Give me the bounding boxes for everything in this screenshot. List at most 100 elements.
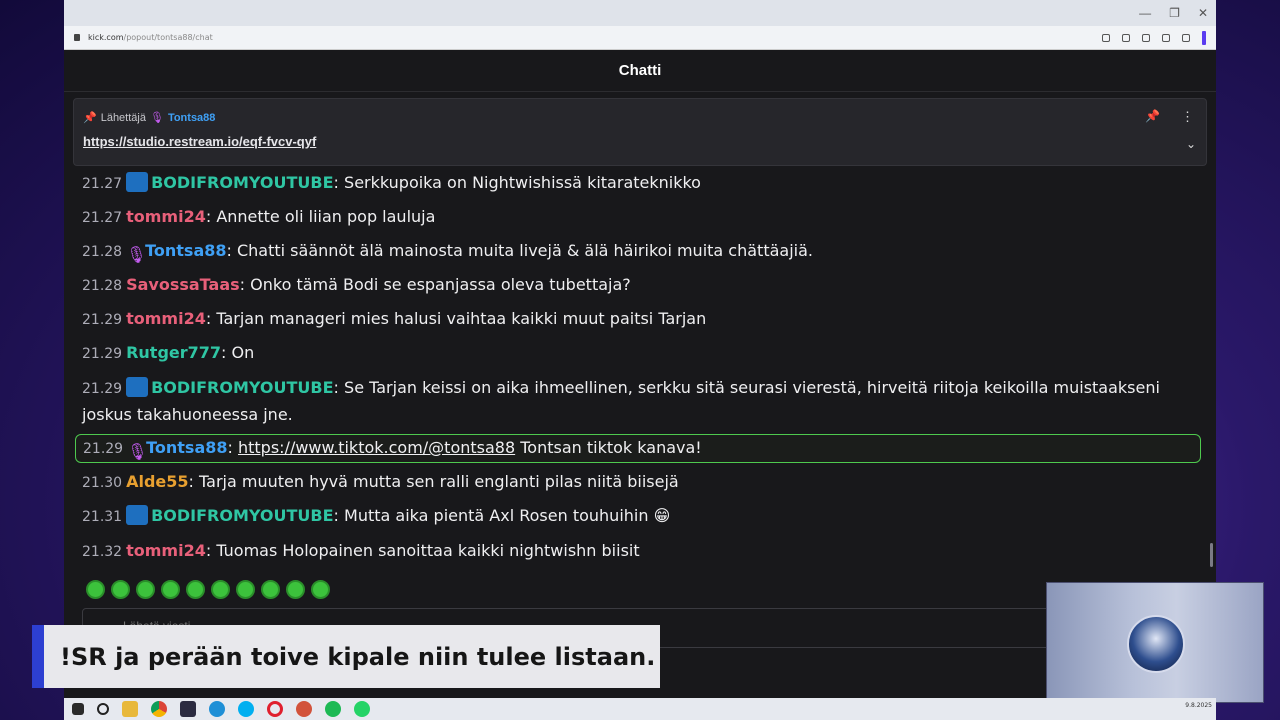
emote-icon[interactable] <box>211 580 230 599</box>
search-icon[interactable] <box>97 703 109 715</box>
moderator-badge-icon <box>126 377 149 397</box>
chat-message: 21.29 🎙Tontsa88: https://www.tiktok.com/@… <box>75 434 1201 463</box>
message-timestamp: 21.28 <box>82 244 123 260</box>
message-username[interactable]: BODIFROMYOUTUBE <box>151 506 333 525</box>
username-separator: : <box>205 309 217 328</box>
emote-icon[interactable] <box>186 580 205 599</box>
search-icon[interactable] <box>1102 33 1110 42</box>
message-username[interactable]: tommi24 <box>126 541 206 560</box>
username-separator: : <box>239 275 251 294</box>
permissions-icon[interactable] <box>1122 33 1130 42</box>
message-username[interactable]: tommi24 <box>126 309 206 328</box>
opera-icon[interactable] <box>267 701 283 717</box>
windows-start-icon[interactable] <box>72 703 84 715</box>
username-separator: : <box>226 241 237 260</box>
microphone-icon: 🎙 <box>149 112 164 124</box>
unpin-icon[interactable]: 📌 <box>1145 109 1160 123</box>
pinned-meta: 📌 Lähettäjä 🎙 Tontsa88 <box>83 111 215 125</box>
edge-icon[interactable] <box>209 701 225 717</box>
chat-message: 21.29 Rutger777: On <box>82 340 1192 367</box>
message-username[interactable]: BODIFROMYOUTUBE <box>151 173 333 192</box>
message-username[interactable]: Tontsa88 <box>146 438 227 457</box>
message-timestamp: 21.27 <box>82 210 123 226</box>
emote-icon[interactable] <box>111 580 130 599</box>
emote-icon[interactable] <box>86 580 105 599</box>
message-link[interactable]: https://www.tiktok.com/@tontsa88 <box>238 438 515 457</box>
username-separator: : <box>227 438 238 457</box>
message-username[interactable]: SavossaTaas <box>126 275 240 294</box>
username-separator: : <box>205 207 217 226</box>
spotify-icon[interactable] <box>325 701 341 717</box>
chat-message: 21.29 BODIFROMYOUTUBE: Se Tarjan keissi o… <box>82 375 1192 427</box>
message-text: Chatti säännöt älä mainosta muita livejä… <box>236 241 813 260</box>
pinned-link[interactable]: https://studio.restream.io/eqf-fvcv-qyf <box>83 134 316 149</box>
message-text: Tarja muuten hyvä mutta sen ralli englan… <box>199 472 679 491</box>
message-text: Tarjan manageri mies halusi vaihtaa kaik… <box>216 309 707 328</box>
message-text: Serkkupoika on Nightwishissä kitaratekni… <box>344 173 701 192</box>
username-separator: : <box>188 472 200 491</box>
url-text[interactable]: kick.com/popout/tontsa88/chat <box>88 33 1102 42</box>
message-username[interactable]: BODIFROMYOUTUBE <box>151 378 333 397</box>
message-username[interactable]: Tontsa88 <box>145 241 226 260</box>
app-icon[interactable] <box>296 701 312 717</box>
emote-icon[interactable] <box>136 580 155 599</box>
username-separator: : <box>333 173 345 192</box>
moderator-badge-icon <box>126 505 149 525</box>
chat-message: 21.32 tommi24: Tuomas Holopainen sanoitta… <box>82 538 1192 565</box>
obs-icon[interactable] <box>180 701 196 717</box>
broadcaster-microphone-icon: 🎙 <box>126 245 147 264</box>
message-text: Onko tämä Bodi se espanjassa oleva tubet… <box>250 275 631 294</box>
more-options-icon[interactable]: ⋮ <box>1181 109 1194 125</box>
emote-icon[interactable] <box>261 580 280 599</box>
address-bar-actions <box>1102 30 1206 45</box>
message-username[interactable]: Rutger777 <box>126 343 221 362</box>
chat-message: 21.30 Alde55: Tarja muuten hyvä mutta sen… <box>82 469 1192 496</box>
chat-title: Chatti <box>64 50 1216 92</box>
whatsapp-icon[interactable] <box>354 701 370 717</box>
emote-icon[interactable] <box>311 580 330 599</box>
skype-icon[interactable] <box>238 701 254 717</box>
pinned-sender-label: Lähettäjä <box>100 111 146 124</box>
chevron-down-icon[interactable]: ⌄ <box>1186 137 1196 151</box>
share-icon[interactable] <box>1142 33 1150 42</box>
username-separator: : <box>205 541 217 560</box>
download-icon[interactable] <box>1162 33 1170 42</box>
close-icon[interactable]: ✕ <box>1198 6 1208 20</box>
message-username[interactable]: Alde55 <box>126 472 188 491</box>
clock: 9.8.2025 <box>1185 702 1212 709</box>
message-timestamp: 21.27 <box>82 176 123 192</box>
chat-message: 21.31 BODIFROMYOUTUBE: Mutta aika pientä … <box>82 503 1192 530</box>
scrollbar[interactable] <box>1210 543 1213 567</box>
message-username[interactable]: tommi24 <box>126 207 206 226</box>
moderator-badge-icon <box>126 172 149 192</box>
emote-icon[interactable] <box>236 580 255 599</box>
minimize-icon[interactable]: — <box>1139 6 1151 20</box>
username-separator: : <box>333 506 345 525</box>
file-explorer-icon[interactable] <box>122 701 138 717</box>
restore-icon[interactable]: ❐ <box>1169 6 1180 20</box>
message-timestamp: 21.29 <box>82 312 123 328</box>
chat-message: 21.27 tommi24: Annette oli liian pop laul… <box>82 204 1192 231</box>
emote-icon[interactable] <box>286 580 305 599</box>
broadcaster-microphone-icon: 🎙 <box>127 442 148 461</box>
message-timestamp: 21.30 <box>82 475 123 491</box>
webcam-overlay <box>1046 582 1264 703</box>
stream-overlay-banner: !SR ja perään toive kipale niin tulee li… <box>32 625 660 688</box>
pinned-sender-name[interactable]: Tontsa88 <box>168 112 215 124</box>
browser-window: — ❐ ✕ kick.com/popout/tontsa88/chat Chat… <box>64 0 1216 698</box>
message-text: Tontsan tiktok kanava! <box>520 438 702 457</box>
avatar <box>1127 615 1185 673</box>
profile-accent[interactable] <box>1202 30 1206 45</box>
chat-message: 21.27 BODIFROMYOUTUBE: Serkkupoika on Nig… <box>82 170 1192 197</box>
emote-icon[interactable] <box>161 580 180 599</box>
message-timestamp: 21.29 <box>83 441 124 457</box>
extensions-icon[interactable] <box>1182 33 1190 42</box>
chat-message: 21.28 🎙Tontsa88: Chatti säännöt älä maino… <box>82 238 1192 265</box>
title-bar: — ❐ ✕ <box>64 0 1216 26</box>
address-bar[interactable]: kick.com/popout/tontsa88/chat <box>64 26 1216 50</box>
chrome-icon[interactable] <box>151 701 167 717</box>
username-separator: : <box>221 343 232 362</box>
message-timestamp: 21.29 <box>82 346 123 362</box>
message-text: On <box>231 343 255 362</box>
message-text: Mutta aika pientä Axl Rosen touhuihin 😁 <box>344 506 671 525</box>
